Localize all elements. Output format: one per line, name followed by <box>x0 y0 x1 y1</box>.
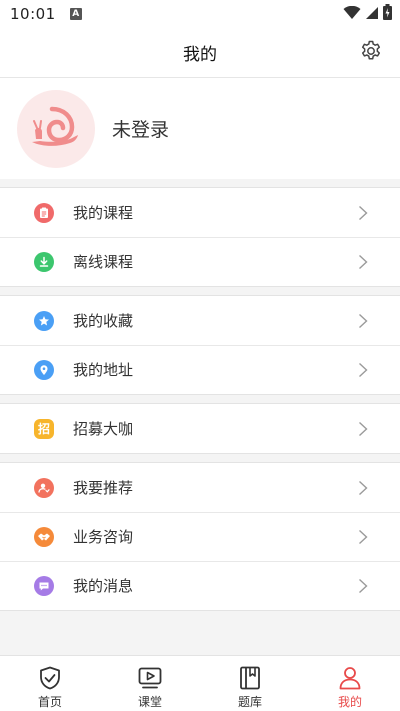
menu-group-courses: 我的课程 离线课程 <box>0 187 400 287</box>
tab-home[interactable]: 首页 <box>0 656 100 711</box>
clipboard-icon <box>34 202 54 223</box>
menu-item-my-courses[interactable]: 我的课程 <box>0 188 400 237</box>
tab-label: 首页 <box>37 695 62 709</box>
tab-question-bank[interactable]: 题库 <box>200 656 300 711</box>
message-icon <box>34 575 54 596</box>
menu-group-recruit: 招 招募大咖 <box>0 403 400 454</box>
signal-icon <box>365 5 379 24</box>
menu-item-my-messages[interactable]: 我的消息 <box>0 561 400 610</box>
recruit-glyph: 招 <box>37 421 50 436</box>
handshake-icon <box>34 526 54 547</box>
wifi-icon <box>343 5 361 24</box>
menu-item-label: 我的课程 <box>73 204 134 222</box>
tab-classroom[interactable]: 课堂 <box>100 656 200 711</box>
status-time: 10:01 <box>10 5 56 23</box>
menu-item-offline-courses[interactable]: 离线课程 <box>0 237 400 286</box>
settings-button[interactable] <box>358 40 384 66</box>
menu-item-label: 离线课程 <box>73 253 134 271</box>
shield-check-icon <box>37 665 63 691</box>
chevron-right-icon <box>358 313 368 329</box>
location-pin-icon <box>34 359 54 380</box>
recommend-user-icon <box>34 477 54 498</box>
status-indicator-icon: A <box>69 8 82 20</box>
profile-section: 未登录 <box>0 78 400 179</box>
tab-mine[interactable]: 我的 <box>300 656 400 711</box>
page-title: 我的 <box>183 45 217 65</box>
menu-item-recruit-experts[interactable]: 招 招募大咖 <box>0 404 400 453</box>
avatar[interactable] <box>17 89 95 168</box>
book-icon <box>237 665 263 691</box>
recruit-icon: 招 <box>34 418 54 439</box>
chevron-right-icon <box>358 254 368 270</box>
menu-item-label: 我的收藏 <box>73 312 134 330</box>
tab-label: 课堂 <box>137 695 162 709</box>
user-icon <box>337 665 363 691</box>
menu-item-label: 我的消息 <box>73 577 134 595</box>
video-play-icon <box>137 665 163 691</box>
star-icon <box>34 310 54 331</box>
menu-item-label: 我要推荐 <box>73 479 134 497</box>
battery-icon <box>383 4 392 24</box>
menu-item-my-address[interactable]: 我的地址 <box>0 345 400 394</box>
status-icons <box>343 4 392 24</box>
tab-label: 我的 <box>337 695 362 709</box>
header-bar: 我的 <box>0 28 400 78</box>
menu-item-business-consulting[interactable]: 业务咨询 <box>0 512 400 561</box>
chevron-right-icon <box>358 578 368 594</box>
login-status-text[interactable]: 未登录 <box>112 115 169 142</box>
download-icon <box>34 251 54 272</box>
menu-item-recommend[interactable]: 我要推荐 <box>0 463 400 512</box>
snail-icon <box>28 103 84 155</box>
menu-item-my-favorites[interactable]: 我的收藏 <box>0 296 400 345</box>
chevron-right-icon <box>358 529 368 545</box>
chevron-right-icon <box>358 362 368 378</box>
gear-icon <box>359 39 383 67</box>
chevron-right-icon <box>358 480 368 496</box>
menu-group-services: 我要推荐 业务咨询 我的消息 <box>0 462 400 611</box>
chevron-right-icon <box>358 205 368 221</box>
tab-label: 题库 <box>237 695 262 709</box>
menu-item-label: 业务咨询 <box>73 528 134 546</box>
chevron-right-icon <box>358 421 368 437</box>
menu-group-favorites: 我的收藏 我的地址 <box>0 295 400 395</box>
menu-item-label: 我的地址 <box>73 361 134 379</box>
bottom-tab-bar: 首页 课堂 题库 我的 <box>0 655 400 711</box>
status-bar: 10:01 A <box>0 0 400 28</box>
menu-item-label: 招募大咖 <box>73 420 134 438</box>
